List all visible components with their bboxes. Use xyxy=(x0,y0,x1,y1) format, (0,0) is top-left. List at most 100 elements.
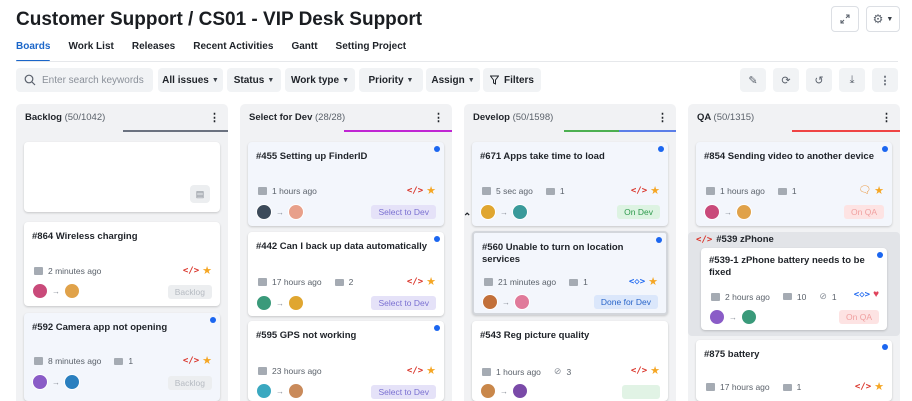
unread-dot xyxy=(434,146,440,152)
tab-recent-activities[interactable]: Recent Activities xyxy=(193,40,273,62)
unread-dot xyxy=(658,146,664,152)
issue-card[interactable]: #864 Wireless charging 2 minutes ago </>… xyxy=(24,222,220,306)
code-blue-icon: <◇> xyxy=(853,289,871,300)
avatar[interactable] xyxy=(32,283,48,299)
star-icon[interactable]: ★ xyxy=(426,184,436,197)
download-icon: ⤓ xyxy=(849,73,855,86)
star-icon[interactable]: ★ xyxy=(874,380,884,393)
avatar[interactable] xyxy=(514,294,530,310)
save-icon[interactable]: ▤ xyxy=(190,185,210,203)
download-button[interactable]: ⤓ xyxy=(839,68,865,92)
all-issues-dropdown[interactable]: All issues ▼ xyxy=(158,68,223,92)
unread-dot xyxy=(882,146,888,152)
column-menu-icon[interactable]: ⋮ xyxy=(657,111,668,124)
star-icon[interactable]: ★ xyxy=(202,354,212,367)
avatar[interactable] xyxy=(256,295,272,311)
avatar[interactable] xyxy=(64,283,80,299)
settings-button[interactable]: ⚙ ▼ xyxy=(866,6,900,32)
card-time: 1 hours ago xyxy=(720,186,765,196)
star-icon[interactable]: ★ xyxy=(650,184,660,197)
avatar[interactable] xyxy=(704,204,720,220)
star-icon[interactable]: ★ xyxy=(648,275,658,288)
card-title: #864 Wireless charging xyxy=(32,231,138,242)
calendar-icon xyxy=(34,357,43,365)
avatar[interactable] xyxy=(480,204,496,220)
search-input[interactable] xyxy=(42,74,150,86)
arrow-right-icon: → xyxy=(502,297,510,307)
star-icon[interactable]: ★ xyxy=(650,364,660,377)
avatar[interactable] xyxy=(741,309,757,325)
card-time: 17 hours ago xyxy=(720,382,770,392)
more-button[interactable]: ⋮ xyxy=(872,68,898,92)
avatar[interactable] xyxy=(32,374,48,390)
card-assignees: → xyxy=(482,294,530,310)
work-type-dropdown[interactable]: Work type ▼ xyxy=(285,68,355,92)
star-icon[interactable]: ★ xyxy=(426,275,436,288)
issue-card[interactable]: #539-1 zPhone battery needs to be fixed … xyxy=(701,248,887,330)
toolbar: All issues▼ Status▼ Work type▼ Priority▼… xyxy=(16,68,900,92)
card-icons: 🗨 ★ xyxy=(858,184,884,197)
tab-releases[interactable]: Releases xyxy=(132,40,175,62)
assign-dropdown[interactable]: Assign ▼ xyxy=(426,68,480,92)
tab-gantt[interactable]: Gantt xyxy=(291,40,317,62)
priority-dropdown[interactable]: Priority ▼ xyxy=(359,68,423,92)
avatar[interactable] xyxy=(709,309,725,325)
issue-card[interactable]: #875 battery 17 hours ago 1 </> ★ xyxy=(696,340,892,401)
issue-card[interactable]: #854 Sending video to another device 1 h… xyxy=(696,142,892,226)
column-menu-icon[interactable]: ⋮ xyxy=(209,111,220,124)
avatar[interactable] xyxy=(256,204,272,220)
avatar[interactable] xyxy=(736,204,752,220)
new-card-placeholder[interactable]: ▤ xyxy=(24,142,220,212)
status-dropdown[interactable]: Status ▼ xyxy=(227,68,281,92)
refresh-button[interactable]: ⟳ xyxy=(773,68,799,92)
attachment-icon: ⊘ xyxy=(553,366,562,376)
column-menu-icon[interactable]: ⋮ xyxy=(433,111,444,124)
avatar[interactable] xyxy=(64,374,80,390)
edit-button[interactable]: ✎ xyxy=(740,68,766,92)
history-button[interactable]: ↺ xyxy=(806,68,832,92)
issue-card[interactable]: #543 Reg picture quality 1 hours ago ⊘ 3… xyxy=(472,321,668,401)
star-icon[interactable]: ★ xyxy=(202,264,212,277)
avatar[interactable] xyxy=(288,383,304,399)
card-assignees: → xyxy=(480,383,528,399)
column-header: Select for Dev (28/28) ⋮ xyxy=(240,104,452,130)
collapse-icon[interactable]: ⌃ xyxy=(463,212,471,223)
issue-card[interactable]: #560 Unable to turn on location services… xyxy=(472,231,668,315)
card-comments: 1 xyxy=(583,277,588,287)
card-time: 5 sec ago xyxy=(496,186,533,196)
column-menu-icon[interactable]: ⋮ xyxy=(881,111,892,124)
avatar[interactable] xyxy=(480,383,496,399)
search-box[interactable] xyxy=(16,68,153,92)
star-icon[interactable]: ★ xyxy=(426,364,436,377)
tab-setting-project[interactable]: Setting Project xyxy=(336,40,407,62)
star-icon[interactable]: ★ xyxy=(874,184,884,197)
issue-card[interactable]: #455 Setting up FinderID 1 hours ago </>… xyxy=(248,142,444,226)
issue-card[interactable]: #595 GPS not working 23 hours ago </> ★ … xyxy=(248,321,444,401)
avatar[interactable] xyxy=(482,294,498,310)
comment-icon xyxy=(777,187,787,195)
code-icon: </> xyxy=(182,355,200,366)
issue-card[interactable]: #671 Apps take time to load 5 sec ago 1 … xyxy=(472,142,668,226)
avatar[interactable] xyxy=(256,383,272,399)
expand-button[interactable] xyxy=(831,6,859,32)
group-title[interactable]: </> #539 zPhone xyxy=(696,234,774,245)
issue-card[interactable]: #592 Camera app not opening 8 minutes ag… xyxy=(24,313,220,401)
card-assignees: → xyxy=(256,295,304,311)
gear-icon: ⚙ xyxy=(872,12,884,26)
filters-button[interactable]: Filters xyxy=(483,68,541,92)
issue-card[interactable]: #442 Can I back up data automatically 17… xyxy=(248,232,444,316)
column-title: Develop (50/1598) xyxy=(473,111,554,123)
chevron-down-icon: ▼ xyxy=(886,15,894,23)
chat-icon: 🗨 xyxy=(858,185,872,196)
card-comments: 1 xyxy=(796,382,802,392)
avatar[interactable] xyxy=(512,204,528,220)
tab-work-list[interactable]: Work List xyxy=(68,40,113,62)
card-assignees: → xyxy=(32,374,80,390)
avatar[interactable] xyxy=(288,204,304,220)
card-assignees: → xyxy=(704,204,752,220)
avatar[interactable] xyxy=(288,295,304,311)
tab-boards[interactable]: Boards xyxy=(16,40,51,62)
card-comments: 10 xyxy=(796,291,807,302)
card-meta: 17 hours ago 2 xyxy=(258,277,353,287)
avatar[interactable] xyxy=(512,383,528,399)
